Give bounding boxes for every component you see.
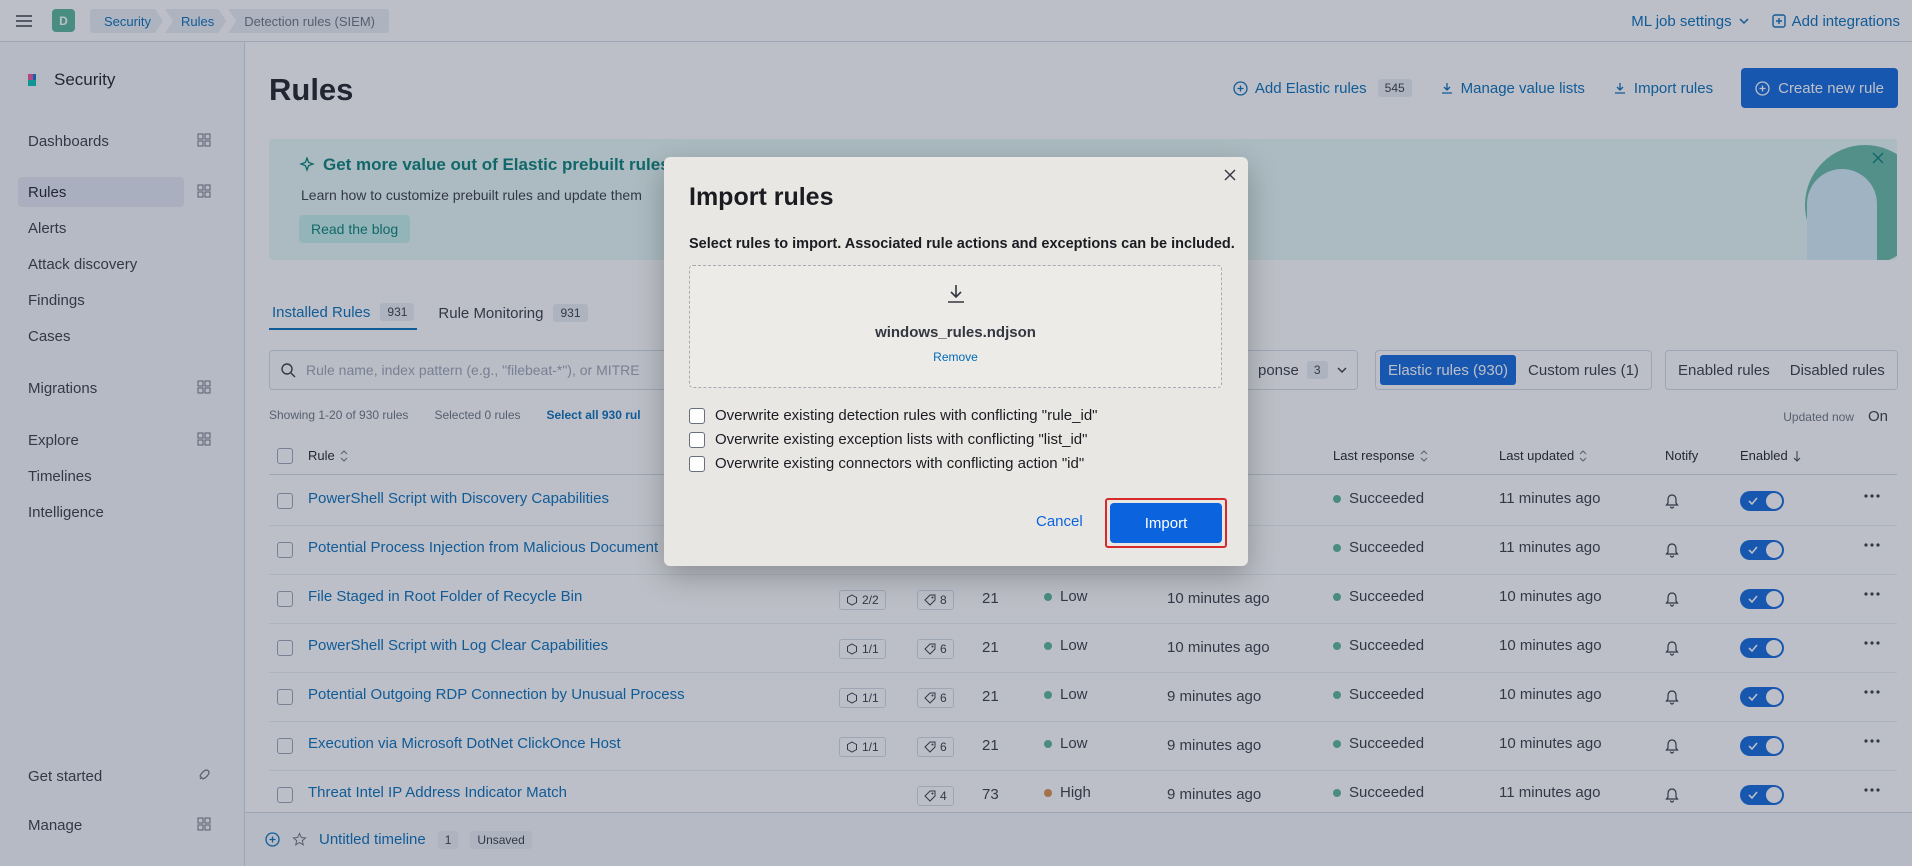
import-button[interactable]: Import [1110, 503, 1222, 543]
overwrite-rules-option[interactable]: Overwrite existing detection rules with … [689, 407, 1098, 424]
overwrite-connectors-checkbox[interactable] [689, 455, 705, 472]
modal-title: Import rules [689, 183, 834, 211]
cancel-button[interactable]: Cancel [1036, 513, 1083, 530]
overwrite-exceptions-option[interactable]: Overwrite existing exception lists with … [689, 431, 1087, 448]
option-label: Overwrite existing exception lists with … [715, 431, 1088, 448]
file-dropzone[interactable]: windows_rules.ndjson Remove [689, 265, 1222, 388]
overwrite-rules-checkbox[interactable] [689, 407, 705, 424]
remove-file-link[interactable]: Remove [690, 350, 1221, 364]
close-icon[interactable] [1222, 167, 1238, 183]
option-label: Overwrite existing connectors with confl… [715, 455, 1085, 472]
import-rules-modal: Import rules Select rules to import. Ass… [664, 157, 1248, 566]
option-label: Overwrite existing detection rules with … [715, 407, 1098, 424]
file-name: windows_rules.ndjson [875, 324, 1036, 341]
overwrite-connectors-option[interactable]: Overwrite existing connectors with confl… [689, 455, 1084, 472]
modal-description: Select rules to import. Associated rule … [689, 236, 1235, 252]
download-icon [944, 282, 968, 306]
overwrite-exceptions-checkbox[interactable] [689, 431, 705, 448]
